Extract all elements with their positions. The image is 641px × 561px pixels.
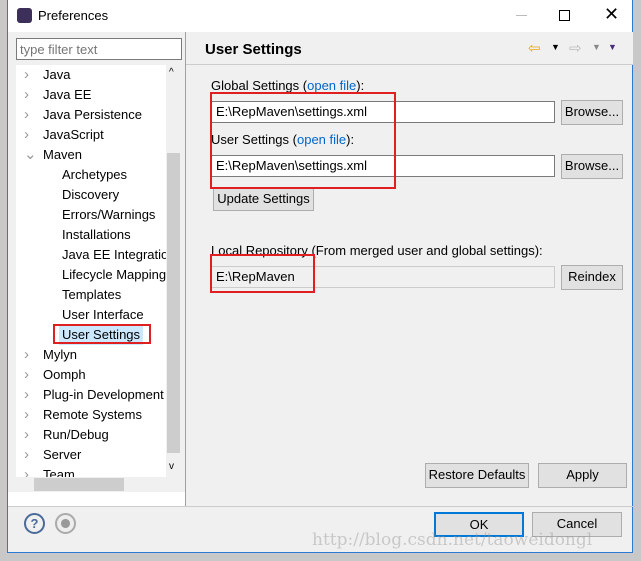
hscroll-thumb[interactable] [34,478,124,491]
record-icon[interactable] [55,513,76,534]
tree-item-label: Maven [43,147,83,162]
back-menu-icon[interactable]: ▼ [551,42,560,52]
chevron-right-icon[interactable]: › [24,445,29,465]
tree-item-label: Run/Debug [43,427,109,442]
tree-item-label: Remote Systems [43,407,142,422]
view-menu-icon[interactable]: ▼ [608,42,617,52]
chevron-right-icon[interactable]: › [24,465,29,477]
tree-item-label: Java [43,67,71,82]
close-button[interactable]: ✕ [604,4,619,25]
tree-vscrollbar[interactable]: ^ v [166,65,181,477]
chevron-down-icon[interactable]: ⌄ [24,145,37,165]
maximize-button[interactable] [559,10,570,21]
global-settings-label: Global Settings (open file): [211,78,365,93]
tree-item-label: Lifecycle Mapping [62,267,167,282]
tree-item-label: Oomph [43,367,86,382]
tree-item-label: Archetypes [62,167,128,182]
update-settings-button[interactable]: Update Settings [213,187,314,211]
tree-hscrollbar[interactable] [16,477,166,492]
tree-item-label: Discovery [62,187,120,202]
tree-item-label: Team [43,467,75,477]
vscroll-thumb[interactable] [167,153,180,453]
tree-item-label: User Interface [62,307,144,322]
tree-item-label: Java EE Integration [62,247,176,262]
help-icon[interactable]: ? [24,513,45,534]
restore-defaults-button[interactable]: Restore Defaults [425,463,529,488]
watermark: http://blog.csdn.net/taoweidongl [312,530,593,550]
forward-icon[interactable]: ⇨ [569,39,582,57]
preferences-window: Preferences ✕ › Java › Java EE › Java Persist… [7,0,633,553]
chevron-right-icon[interactable]: › [24,365,29,385]
highlight-box-settings [210,92,396,189]
tree-item-label: Templates [62,287,122,302]
chevron-right-icon[interactable]: › [24,405,29,425]
global-browse-button[interactable]: Browse... [561,100,623,125]
forward-menu-icon[interactable]: ▼ [592,42,601,52]
preference-tree: › Java › Java EE › Java Persistence › JavaScrip… [16,65,181,477]
highlight-box-local [210,254,315,293]
tree-item-label: Java EE [43,87,92,102]
reindex-button[interactable]: Reindex [561,265,623,290]
tree-item-label: Java Persistence [43,107,142,122]
chevron-right-icon[interactable]: › [24,425,29,445]
global-open-file-link[interactable]: open file [307,78,356,93]
apply-button[interactable]: Apply [538,463,627,488]
title-bar: Preferences ✕ [8,0,632,32]
chevron-right-icon[interactable]: › [24,385,29,405]
chevron-right-icon[interactable]: › [24,105,29,125]
tree-item-label: Server [43,447,82,462]
tree-item-label: JavaScript [43,127,104,142]
chevron-right-icon[interactable]: › [24,85,29,105]
back-icon[interactable]: ⇦ [528,39,541,57]
eclipse-icon [17,8,32,23]
tree-item-label: Installations [62,227,131,242]
window-title: Preferences [38,8,109,23]
highlight-box-tree [53,324,151,344]
tree-item-label: Mylyn [43,347,77,362]
minimize-button[interactable] [516,15,527,16]
page-title: User Settings [205,41,302,58]
chevron-right-icon[interactable]: › [24,345,29,365]
filter-input[interactable] [16,38,182,60]
pane-divider[interactable] [185,32,186,506]
tree-item-label: Errors/Warnings [62,207,156,222]
footer-divider [8,506,633,507]
user-browse-button[interactable]: Browse... [561,154,623,179]
tree-item-label: Plug-in Development [43,387,164,402]
chevron-right-icon[interactable]: › [24,65,29,85]
chevron-right-icon[interactable]: › [24,125,29,145]
